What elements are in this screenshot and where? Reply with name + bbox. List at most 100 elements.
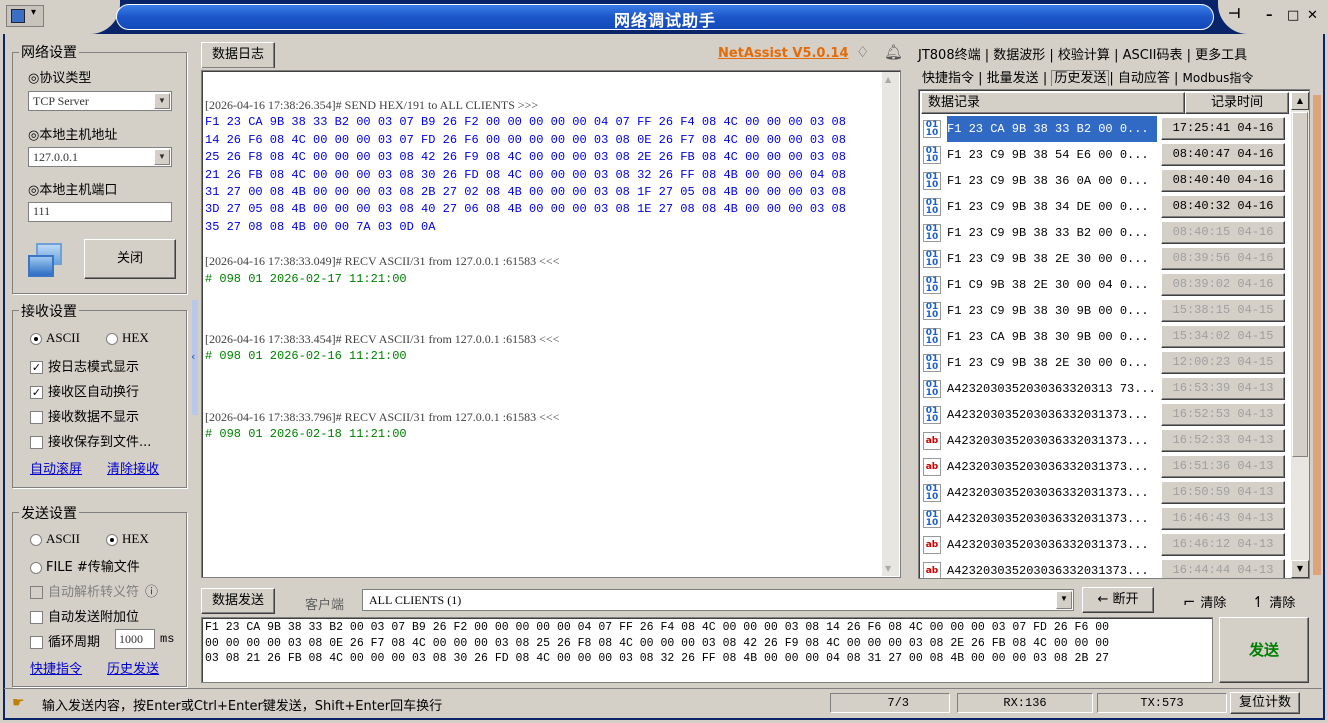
history-row[interactable]: ab A423203035203036332031373... 16:51:36 0… bbox=[919, 454, 1289, 480]
scroll-up-icon[interactable]: ▲ bbox=[885, 75, 891, 84]
receive-log-area[interactable]: [2026-04-16 17:38:26.354]# SEND HEX/191 … bbox=[201, 70, 901, 578]
history-record-time: 15:34:02 04-15 bbox=[1161, 325, 1285, 348]
send-tab-row: 快捷指令 | 批量发送 | 历史发送 | 自动应答 | Modbus指令 bbox=[922, 70, 1254, 86]
cycle-checkbox[interactable]: 循环周期 bbox=[30, 631, 100, 650]
tab-modbus[interactable]: Modbus指令 bbox=[1183, 71, 1254, 85]
recv-ascii-radio[interactable]: ASCII bbox=[30, 330, 80, 346]
reset-count-button[interactable]: 复位计数 bbox=[1230, 692, 1300, 714]
diamond-icon[interactable]: ♢ bbox=[856, 43, 869, 61]
history-record-time: 16:50:59 04-13 bbox=[1161, 481, 1285, 504]
hex-type-icon: 01 10 bbox=[923, 510, 941, 528]
minimize-icon[interactable]: – bbox=[1266, 8, 1273, 26]
send-hex-radio[interactable]: HEX bbox=[106, 531, 149, 547]
disconnect-button[interactable]: ← 断开 bbox=[1082, 587, 1154, 613]
port-input[interactable]: 111 bbox=[28, 202, 172, 222]
receive-settings-title: 接收设置 bbox=[19, 301, 79, 321]
history-row[interactable]: 01 10 F1 C9 9B 38 2E 30 00 04 0... 08:39:0… bbox=[919, 272, 1289, 298]
send-content-line: 00 00 00 00 03 08 0E 26 F7 08 4C 00 00 0… bbox=[205, 636, 1110, 650]
client-select[interactable]: ALL CLIENTS (1) ▼ bbox=[362, 589, 1074, 611]
clear-history-button[interactable]: ↿ 清除 bbox=[1252, 592, 1295, 611]
history-row[interactable]: 01 10 A423203035203036332031373... 16:50:5… bbox=[919, 480, 1289, 506]
auto-scroll-link[interactable]: 自动滚屏 bbox=[30, 458, 82, 477]
scroll-thumb[interactable] bbox=[1292, 112, 1308, 457]
tab-more-tools[interactable]: 更多工具 bbox=[1195, 48, 1247, 63]
hide-data-checkbox[interactable]: 接收数据不显示 bbox=[30, 406, 139, 425]
history-record-text: A423203035203036332031373... bbox=[947, 434, 1149, 448]
tab-checksum[interactable]: 校验计算 bbox=[1058, 48, 1110, 63]
history-row[interactable]: 01 10 F1 23 C9 9B 38 36 0A 00 0... 08:40:4… bbox=[919, 168, 1289, 194]
bell-icon[interactable]: 🔔︎ bbox=[884, 43, 903, 61]
history-row[interactable]: 01 10 A423203035203036332031373... 16:46:4… bbox=[919, 506, 1289, 532]
hex-type-icon: 01 10 bbox=[923, 146, 941, 164]
send-ascii-radio[interactable]: ASCII bbox=[30, 531, 80, 547]
scroll-up-icon[interactable]: ▲ bbox=[1291, 92, 1309, 110]
cycle-period-input[interactable]: 1000 bbox=[115, 629, 155, 649]
protocol-select[interactable]: TCP Server ▼ bbox=[28, 91, 172, 111]
panel-splitter[interactable]: ‹ bbox=[191, 300, 198, 415]
scroll-down-icon[interactable]: ▼ bbox=[885, 564, 891, 573]
history-record-time: 16:52:53 04-13 bbox=[1161, 403, 1285, 426]
escape-parse-checkbox[interactable]: 自动解析转义符 ⓘ bbox=[30, 581, 158, 600]
history-row[interactable]: ab A423203035203036332031373... 16:44:44 0… bbox=[919, 558, 1289, 578]
log-entry-line: 35 27 08 08 4B 00 00 7A 03 0D 0A bbox=[205, 219, 436, 234]
history-row[interactable]: 01 10 A4232030352030363320313 73... 16:53:… bbox=[919, 376, 1289, 402]
info-icon[interactable]: ⓘ bbox=[145, 585, 158, 600]
tab-jt808[interactable]: JT808终端 bbox=[918, 48, 981, 63]
pin-icon[interactable]: ⊣ bbox=[1228, 6, 1241, 24]
port-value: 111 bbox=[33, 204, 51, 218]
status-hint: 输入发送内容，按Enter或Ctrl+Enter键发送，Shift+Enter回… bbox=[42, 699, 443, 714]
history-record-text: F1 23 C9 9B 38 2E 30 00 0... bbox=[947, 356, 1149, 370]
history-row[interactable]: ab A423203035203036332031373... 16:46:12 0… bbox=[919, 532, 1289, 558]
history-row[interactable]: 01 10 F1 23 C9 9B 38 2E 30 00 0... 08:39:5… bbox=[919, 246, 1289, 272]
tab-waveform[interactable]: 数据波形 bbox=[993, 48, 1045, 63]
checkbox-icon bbox=[30, 436, 43, 449]
tab-batch-send[interactable]: 批量发送 bbox=[987, 71, 1039, 86]
history-record-text: F1 23 C9 9B 38 36 0A 00 0... bbox=[947, 174, 1149, 188]
history-row[interactable]: 01 10 A423203035203036332031373... 16:52:5… bbox=[919, 402, 1289, 428]
tab-data-send[interactable]: 数据发送 bbox=[201, 588, 275, 614]
close-connection-button[interactable]: 关闭 bbox=[84, 239, 176, 279]
send-input-area[interactable]: F1 23 CA 9B 38 33 B2 00 03 07 B9 26 F2 0… bbox=[201, 617, 1213, 683]
tab-ascii-table[interactable]: ASCII码表 bbox=[1123, 48, 1183, 63]
history-scrollbar[interactable]: ▲ ▼ bbox=[1291, 92, 1309, 578]
history-row[interactable]: 01 10 F1 23 C9 9B 38 33 B2 00 0... 08:40:1… bbox=[919, 220, 1289, 246]
auto-wrap-checkbox[interactable]: ✓ 接收区自动换行 bbox=[30, 381, 139, 400]
close-icon[interactable]: ✕ bbox=[1307, 8, 1318, 26]
ascii-type-icon: ab bbox=[923, 458, 941, 476]
hex-type-icon: 01 10 bbox=[923, 302, 941, 320]
history-row[interactable]: 01 10 F1 23 CA 9B 38 33 B2 00 0... 17:25:4… bbox=[919, 116, 1289, 142]
save-to-file-checkbox[interactable]: 接收保存到文件... bbox=[30, 431, 151, 450]
column-header-time[interactable]: 记录时间 bbox=[1185, 92, 1289, 114]
checkbox-checked-icon: ✓ bbox=[30, 386, 43, 399]
tab-data-log[interactable]: 数据日志 bbox=[201, 42, 275, 68]
log-entry-header: [2026-04-16 17:38:33.049]# RECV ASCII/31… bbox=[205, 254, 560, 269]
hex-type-icon: 01 10 bbox=[923, 120, 941, 138]
history-row[interactable]: 01 10 F1 23 C9 9B 38 34 DE 00 0... 08:40:3… bbox=[919, 194, 1289, 220]
column-header-record[interactable]: 数据记录 bbox=[921, 92, 1185, 114]
quick-command-link[interactable]: 快捷指令 bbox=[30, 658, 82, 677]
history-row[interactable]: 01 10 F1 23 C9 9B 38 30 9B 00 0... 15:38:1… bbox=[919, 298, 1289, 324]
host-select[interactable]: 127.0.0.1 ▼ bbox=[28, 147, 172, 167]
history-row[interactable]: ab A423203035203036332031373... 16:52:33 0… bbox=[919, 428, 1289, 454]
recv-hex-radio[interactable]: HEX bbox=[106, 330, 149, 346]
log-entry-line: F1 23 CA 9B 38 33 B2 00 03 07 B9 26 F2 0… bbox=[205, 115, 846, 130]
history-send-link[interactable]: 历史发送 bbox=[107, 658, 159, 677]
maximize-icon[interactable]: □ bbox=[1287, 8, 1299, 26]
scroll-down-icon[interactable]: ▼ bbox=[1291, 560, 1309, 578]
clear-send-button[interactable]: ⌐ 清除 bbox=[1183, 592, 1226, 611]
collapse-left-icon[interactable]: ‹ bbox=[191, 350, 195, 363]
history-row[interactable]: 01 10 F1 23 C9 9B 38 54 E6 00 0... 08:40:4… bbox=[919, 142, 1289, 168]
append-bits-checkbox[interactable]: 自动发送附加位 bbox=[30, 606, 139, 625]
log-mode-checkbox[interactable]: ✓ 按日志模式显示 bbox=[30, 356, 139, 375]
system-menu-button[interactable]: ▾ bbox=[6, 5, 44, 27]
history-row[interactable]: 01 10 F1 23 C9 9B 38 2E 30 00 0... 12:00:2… bbox=[919, 350, 1289, 376]
tab-auto-reply[interactable]: 自动应答 bbox=[1118, 71, 1170, 86]
log-scrollbar[interactable]: ▲ ▼ bbox=[882, 72, 899, 576]
send-file-radio[interactable]: FILE #传输文件 bbox=[30, 556, 140, 575]
version-link[interactable]: NetAssist V5.0.14 bbox=[718, 46, 849, 61]
clear-receive-link[interactable]: 清除接收 bbox=[107, 458, 159, 477]
history-row[interactable]: 01 10 F1 23 CA 9B 38 30 9B 00 0... 15:34:0… bbox=[919, 324, 1289, 350]
tab-history-send[interactable]: 历史发送 bbox=[1051, 70, 1110, 86]
send-button[interactable]: 发送 bbox=[1219, 617, 1309, 683]
tab-quick-command[interactable]: 快捷指令 bbox=[922, 71, 974, 86]
